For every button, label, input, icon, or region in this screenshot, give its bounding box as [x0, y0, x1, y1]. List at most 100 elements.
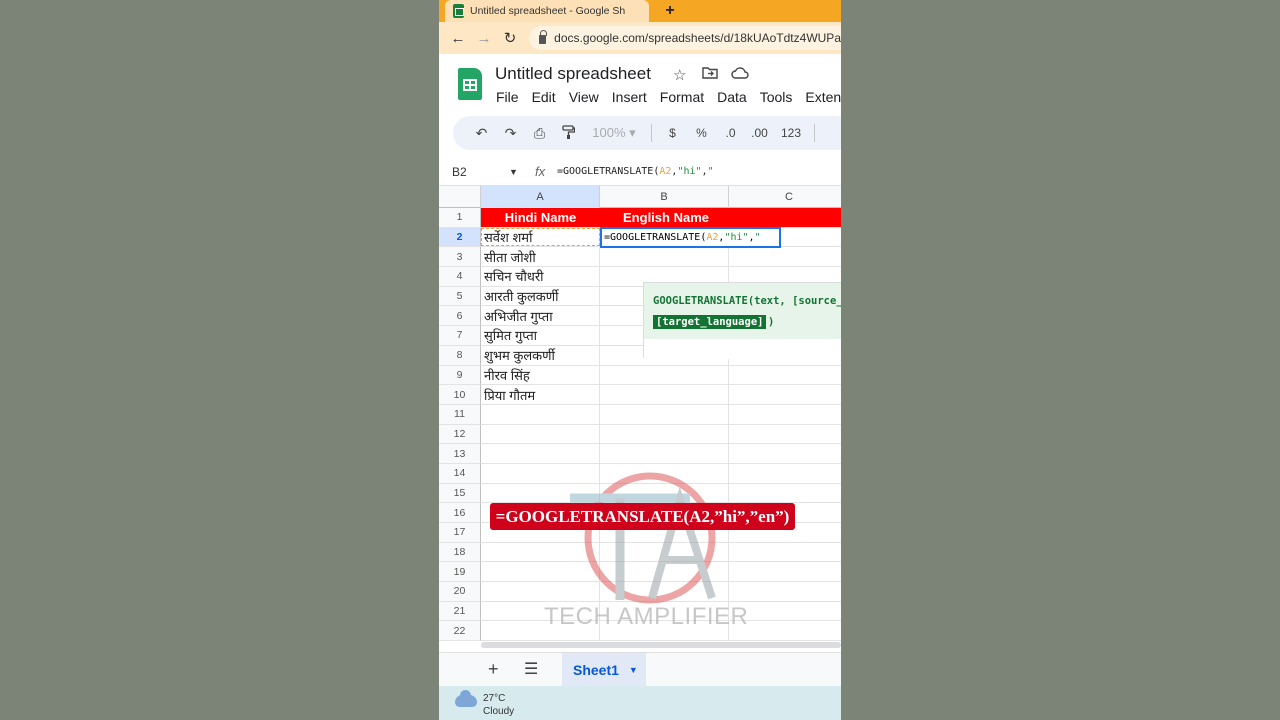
- cell[interactable]: [481, 582, 600, 601]
- menu-data[interactable]: Data: [717, 89, 747, 105]
- number-format-button[interactable]: 123: [774, 126, 808, 140]
- row-header[interactable]: 14: [439, 463, 481, 484]
- cell-editor-b2[interactable]: =GOOGLETRANSLATE(A2, "hi", ": [600, 226, 781, 248]
- sheet-tab-sheet1[interactable]: Sheet1 ▼: [562, 653, 646, 687]
- cell[interactable]: [481, 444, 600, 463]
- reload-button[interactable]: ↻: [497, 25, 523, 51]
- menu-edit[interactable]: Edit: [532, 89, 556, 105]
- cell[interactable]: [600, 463, 729, 483]
- column-header-b[interactable]: B: [600, 186, 729, 208]
- cell[interactable]: [729, 464, 841, 483]
- add-sheet-button[interactable]: +: [488, 659, 499, 680]
- menu-file[interactable]: File: [496, 89, 519, 105]
- increase-decimal-button[interactable]: .00: [745, 126, 774, 140]
- row-header[interactable]: 2: [439, 227, 481, 248]
- formula-input[interactable]: =GOOGLETRANSLATE(A2,"hi",": [557, 166, 714, 177]
- cell[interactable]: आरती कुलकर्णी: [481, 286, 600, 306]
- cell[interactable]: [729, 602, 841, 621]
- row-header[interactable]: 8: [439, 345, 481, 366]
- cell[interactable]: [481, 542, 600, 562]
- cell[interactable]: [600, 582, 729, 601]
- cell[interactable]: [729, 405, 841, 424]
- percent-format-button[interactable]: %: [687, 126, 716, 140]
- column-header-a[interactable]: A: [481, 186, 600, 208]
- cell[interactable]: English Name: [600, 208, 729, 227]
- cell[interactable]: [729, 247, 841, 266]
- cell[interactable]: [729, 366, 841, 385]
- cell[interactable]: सीता जोशी: [481, 247, 600, 267]
- row-header[interactable]: 9: [439, 365, 481, 386]
- new-tab-button[interactable]: +: [659, 0, 681, 22]
- cell[interactable]: [481, 621, 600, 641]
- row-header[interactable]: 7: [439, 326, 481, 346]
- cell[interactable]: [729, 582, 841, 601]
- row-header[interactable]: 17: [439, 523, 481, 543]
- row-header[interactable]: 16: [439, 503, 481, 523]
- row-header[interactable]: 18: [439, 542, 481, 563]
- cell[interactable]: [600, 621, 729, 641]
- row-header[interactable]: 21: [439, 601, 481, 622]
- back-button[interactable]: ←: [445, 25, 471, 51]
- cell[interactable]: [481, 562, 600, 582]
- row-header[interactable]: 19: [439, 562, 481, 583]
- menu-tools[interactable]: Tools: [760, 89, 793, 105]
- row-header[interactable]: 15: [439, 483, 481, 504]
- cell[interactable]: [600, 424, 729, 444]
- all-sheets-menu-icon[interactable]: ☰: [524, 659, 538, 679]
- cell[interactable]: [481, 483, 600, 503]
- row-header[interactable]: 13: [439, 444, 481, 464]
- menu-view[interactable]: View: [569, 89, 599, 105]
- cell[interactable]: [729, 484, 841, 503]
- cell[interactable]: Hindi Name: [481, 208, 600, 227]
- url-field[interactable]: docs.google.com/spreadsheets/d/18kUAoTdt…: [529, 26, 841, 50]
- menu-insert[interactable]: Insert: [612, 89, 647, 105]
- menu-extensions[interactable]: Exten: [805, 89, 841, 105]
- cell[interactable]: [600, 562, 729, 582]
- cell[interactable]: [729, 208, 841, 227]
- sheet-tab-dropdown-icon[interactable]: ▼: [629, 665, 638, 675]
- star-icon[interactable]: ☆: [673, 66, 686, 84]
- zoom-select[interactable]: 100% ▾: [583, 125, 645, 141]
- forward-button[interactable]: →: [471, 25, 497, 51]
- currency-format-button[interactable]: $: [658, 126, 687, 140]
- cell[interactable]: [600, 542, 729, 562]
- row-header[interactable]: 20: [439, 582, 481, 602]
- cloud-weather-icon[interactable]: [455, 690, 477, 707]
- row-header[interactable]: 5: [439, 286, 481, 307]
- cell[interactable]: [600, 404, 729, 424]
- sheets-logo-icon[interactable]: [458, 68, 482, 100]
- document-title[interactable]: Untitled spreadsheet: [495, 64, 651, 84]
- print-icon[interactable]: ⎙: [525, 125, 554, 142]
- cell[interactable]: [481, 424, 600, 444]
- cell[interactable]: सुमित गुप्ता: [481, 326, 600, 345]
- name-box[interactable]: B2: [439, 165, 509, 179]
- menu-format[interactable]: Format: [660, 89, 704, 105]
- cell[interactable]: [600, 385, 729, 404]
- row-header[interactable]: 4: [439, 267, 481, 287]
- cell[interactable]: [481, 601, 600, 621]
- undo-icon[interactable]: ↶: [467, 125, 496, 142]
- name-box-dropdown-icon[interactable]: ▼: [509, 167, 529, 177]
- cell[interactable]: [600, 247, 729, 267]
- cell[interactable]: [600, 365, 729, 385]
- cell[interactable]: सचिन चौधरी: [481, 267, 600, 286]
- cell[interactable]: [481, 463, 600, 483]
- cell[interactable]: प्रिया गौतम: [481, 385, 600, 404]
- cell[interactable]: शुभम कुलकर्णी: [481, 345, 600, 365]
- row-header[interactable]: 6: [439, 306, 481, 327]
- cell[interactable]: [600, 601, 729, 621]
- row-header[interactable]: 10: [439, 385, 481, 405]
- row-header[interactable]: 12: [439, 424, 481, 445]
- decrease-decimal-button[interactable]: .0: [716, 126, 745, 140]
- cloud-status-icon[interactable]: [731, 66, 749, 83]
- horizontal-scrollbar[interactable]: [481, 642, 841, 648]
- cell[interactable]: [729, 425, 841, 444]
- cell[interactable]: [600, 483, 729, 503]
- row-header[interactable]: 1: [439, 208, 481, 228]
- browser-tab[interactable]: Untitled spreadsheet - Google Sh: [445, 0, 649, 22]
- cell[interactable]: सर्वेश शर्मा: [481, 227, 600, 247]
- cell[interactable]: [600, 444, 729, 463]
- cell[interactable]: [729, 543, 841, 562]
- cell[interactable]: नीरव सिंह: [481, 365, 600, 385]
- row-header[interactable]: 22: [439, 621, 481, 642]
